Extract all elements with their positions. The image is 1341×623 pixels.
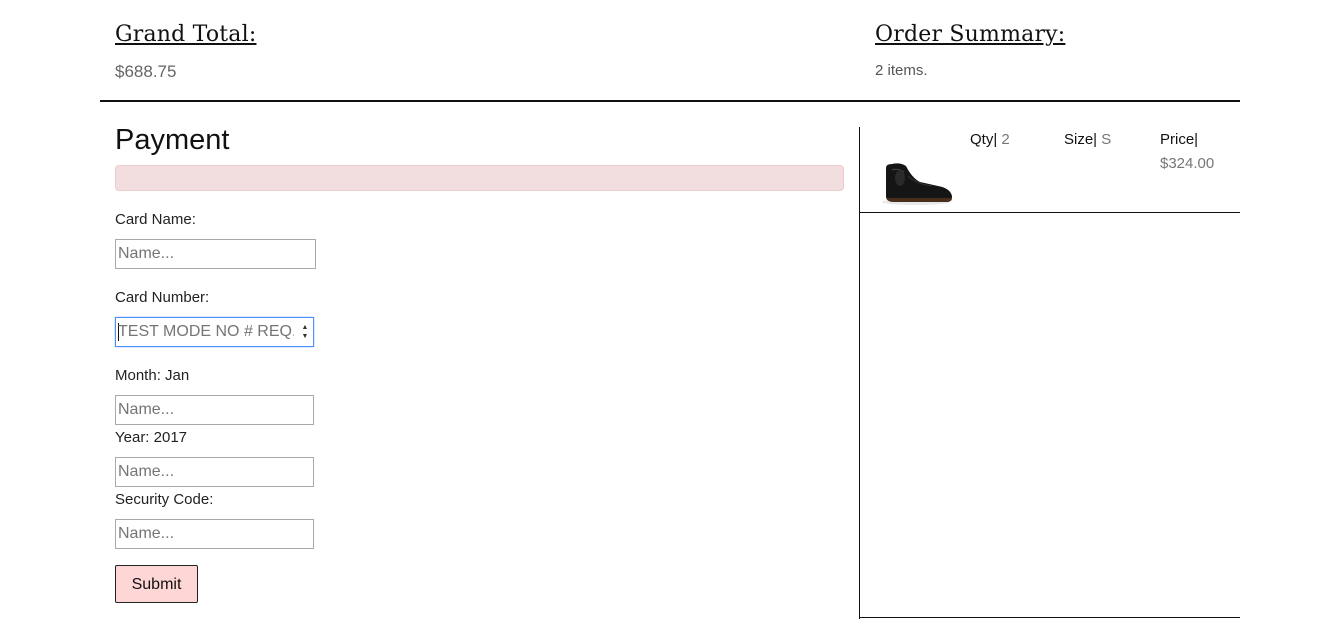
month-label: Month: Jan — [115, 367, 190, 384]
boot-product-image — [882, 163, 952, 205]
security-code-label: Security Code: — [115, 491, 214, 508]
year-label: Year: 2017 — [115, 429, 188, 446]
number-stepper-icon[interactable]: ▲ ▼ — [300, 323, 310, 343]
header-divider — [100, 100, 1240, 102]
summary-panel-border — [859, 127, 860, 619]
order-item-divider — [859, 212, 1240, 213]
size-label: Size| — [1064, 131, 1098, 148]
qty-column: Qty| 2 — [970, 131, 1010, 148]
security-code-input[interactable] — [115, 519, 314, 549]
qty-label: Qty| — [970, 131, 998, 148]
year-input[interactable] — [115, 457, 314, 487]
grand-total-title: Grand Total: — [115, 22, 257, 47]
payment-title: Payment — [115, 124, 230, 156]
order-summary-count: 2 items. — [875, 62, 928, 79]
summary-bottom-border — [859, 617, 1240, 618]
card-number-placeholder: TEST MODE NO # REQ. — [118, 323, 294, 340]
size-value: S — [1101, 131, 1112, 148]
card-number-label: Card Number: — [115, 289, 210, 306]
price-label: Price| — [1160, 131, 1199, 148]
grand-total-value: $688.75 — [115, 62, 177, 81]
month-input[interactable] — [115, 395, 314, 425]
price-value: $324.00 — [1160, 155, 1215, 172]
payment-alert-bar — [115, 165, 844, 191]
order-summary-title: Order Summary: — [875, 22, 1066, 47]
card-name-input[interactable] — [115, 239, 316, 269]
qty-value: 2 — [1001, 131, 1010, 148]
card-number-input[interactable]: TEST MODE NO # REQ. ▲ ▼ — [115, 317, 314, 347]
submit-button[interactable]: Submit — [115, 565, 198, 603]
size-column: Size| S — [1064, 131, 1111, 148]
card-name-label: Card Name: — [115, 211, 196, 228]
